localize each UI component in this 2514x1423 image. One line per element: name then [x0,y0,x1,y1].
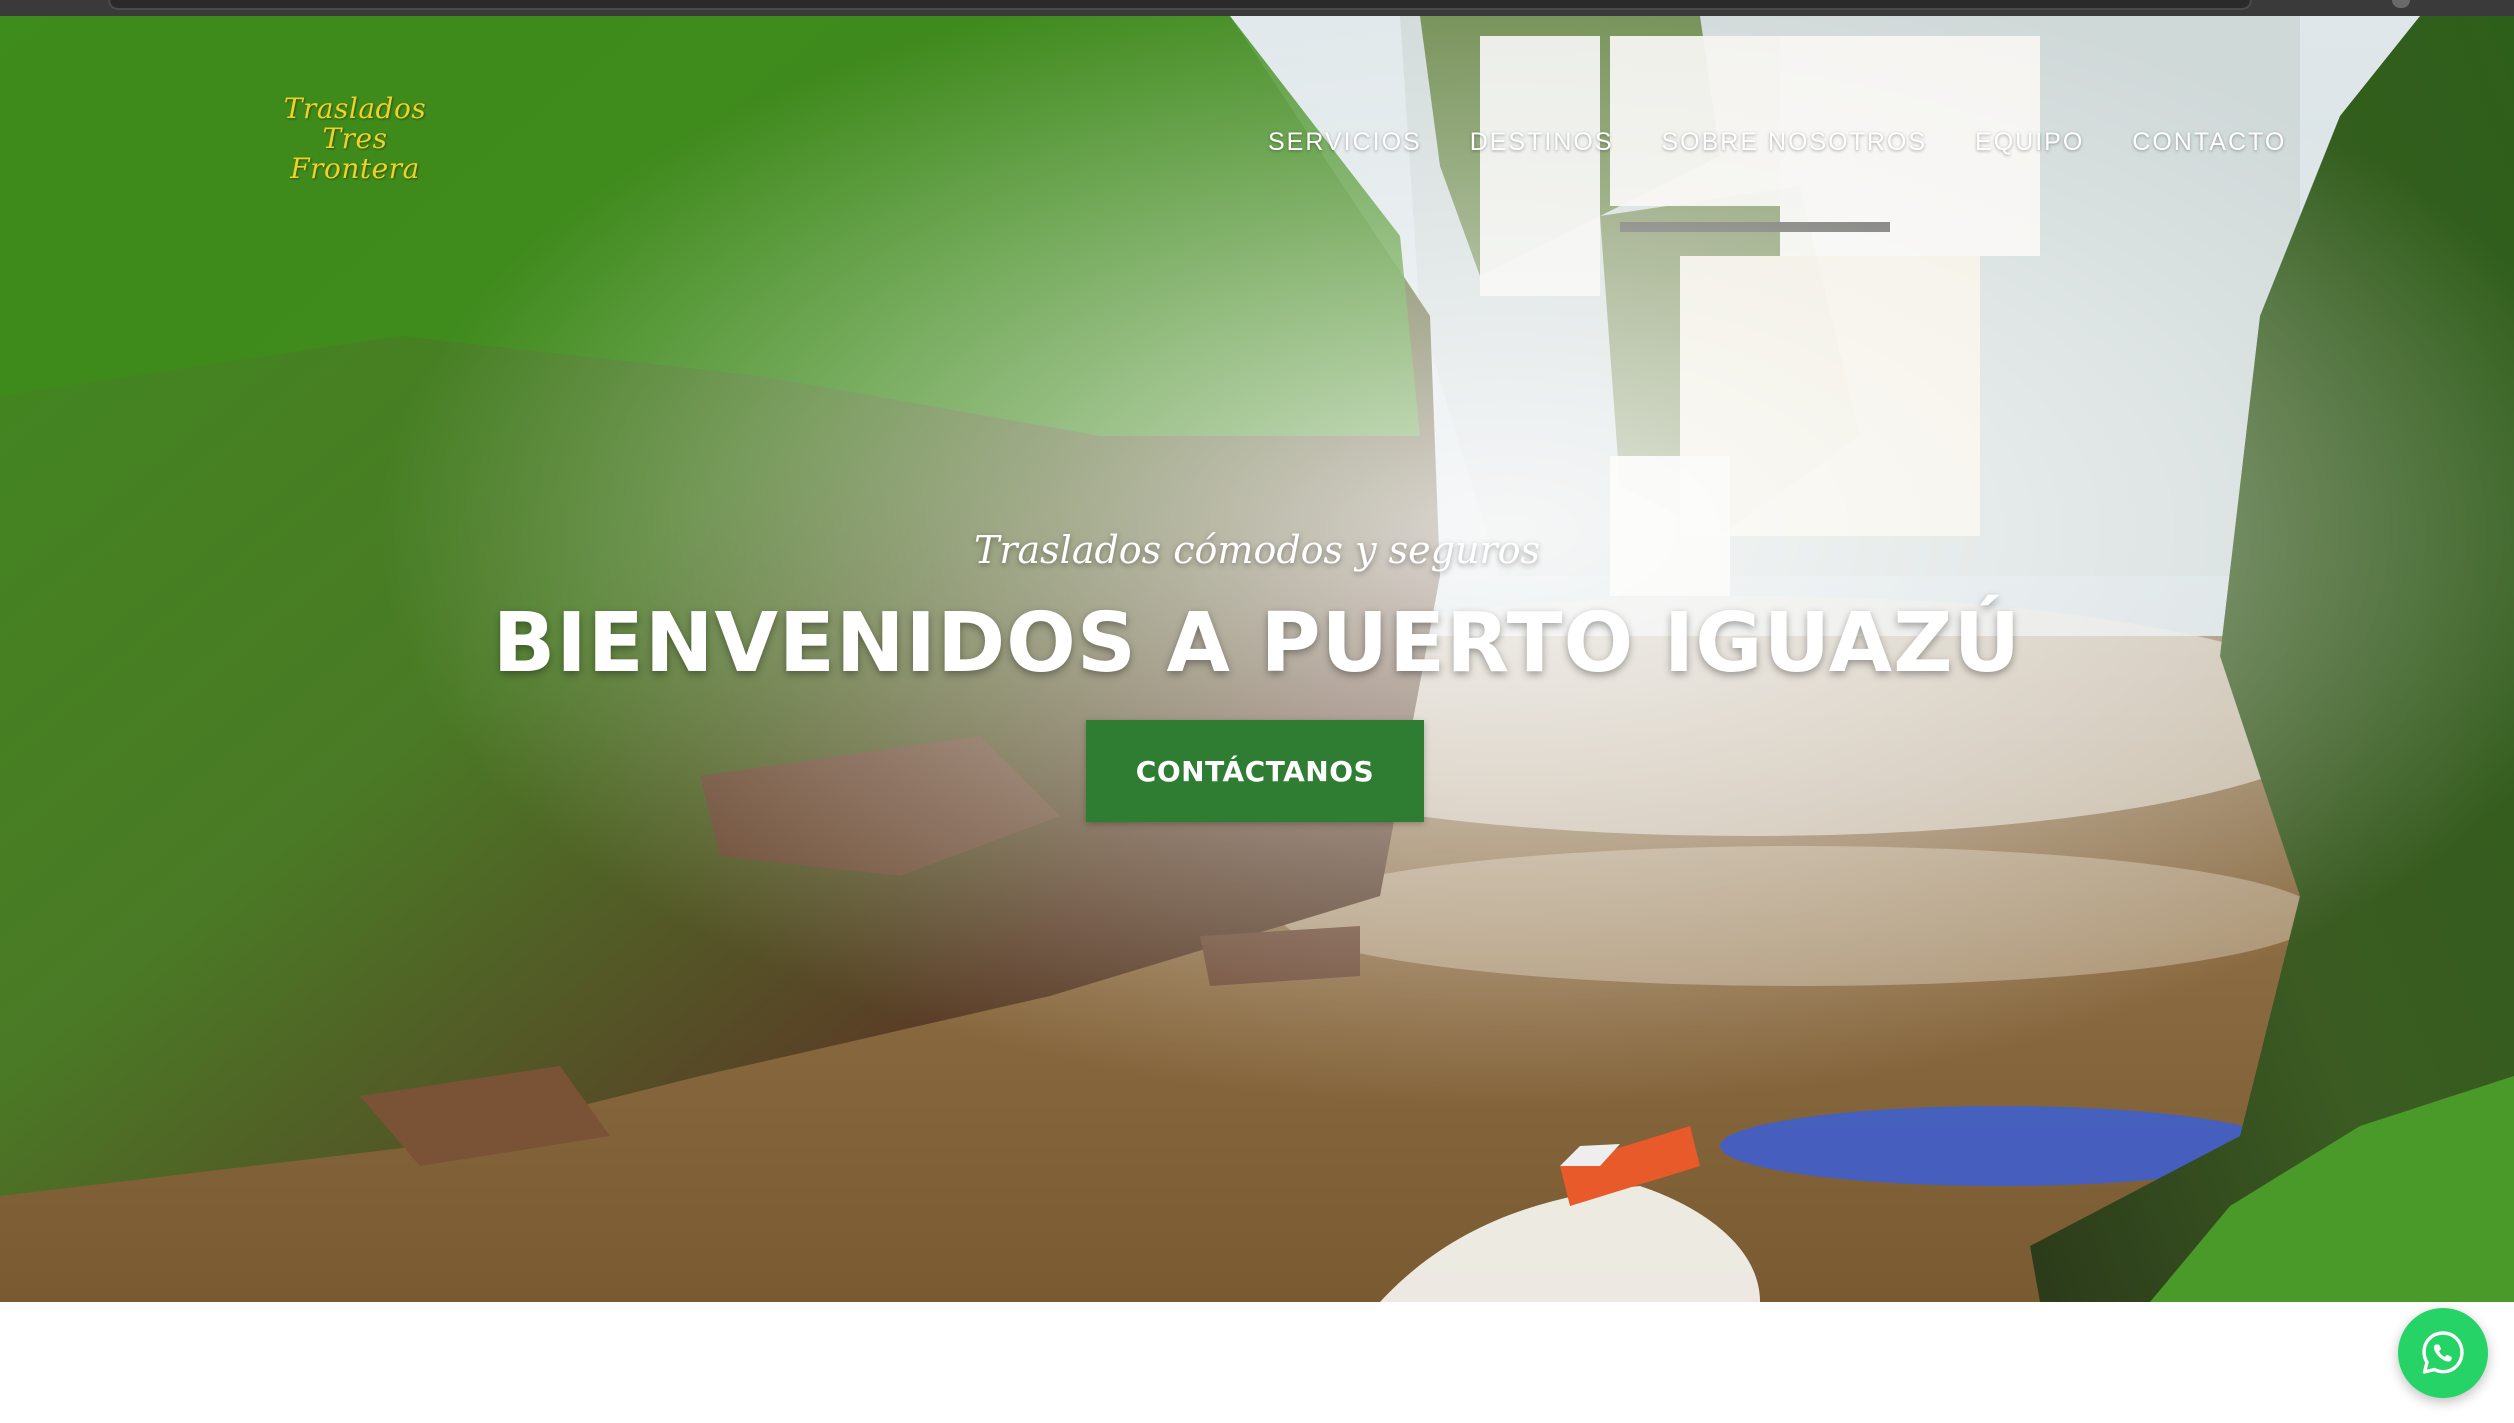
browser-profile-icon[interactable] [2392,0,2410,8]
brand-logo[interactable]: Traslados Tres Frontera [270,94,440,184]
logo-line-1: Traslados [283,92,427,125]
nav-item-servicios[interactable]: SERVICIOS [1268,128,1422,157]
logo-line-2: Tres Frontera [290,122,420,185]
contact-cta-button[interactable]: CONTÁCTANOS [1086,720,1424,822]
whatsapp-float-button[interactable] [2398,1308,2488,1398]
whatsapp-icon [2422,1331,2464,1374]
hero-section: Traslados Tres Frontera SERVICIOS DESTIN… [0,16,2514,1302]
main-nav: SERVICIOS DESTINOS SOBRE NOSOTROS EQUIPO… [1268,128,2286,157]
nav-item-equipo[interactable]: EQUIPO [1975,128,2084,157]
browser-address-bar[interactable] [108,0,2252,10]
hero-tagline: Traslados cómodos y seguros [974,528,1540,572]
nav-item-contacto[interactable]: CONTACTO [2132,128,2286,157]
nav-item-destinos[interactable]: DESTINOS [1470,128,1614,157]
browser-chrome-strip [0,0,2514,16]
hero-headline: BIENVENIDOS A PUERTO IGUAZÚ [492,596,2022,691]
nav-item-sobre-nosotros[interactable]: SOBRE NOSOTROS [1662,128,1928,157]
